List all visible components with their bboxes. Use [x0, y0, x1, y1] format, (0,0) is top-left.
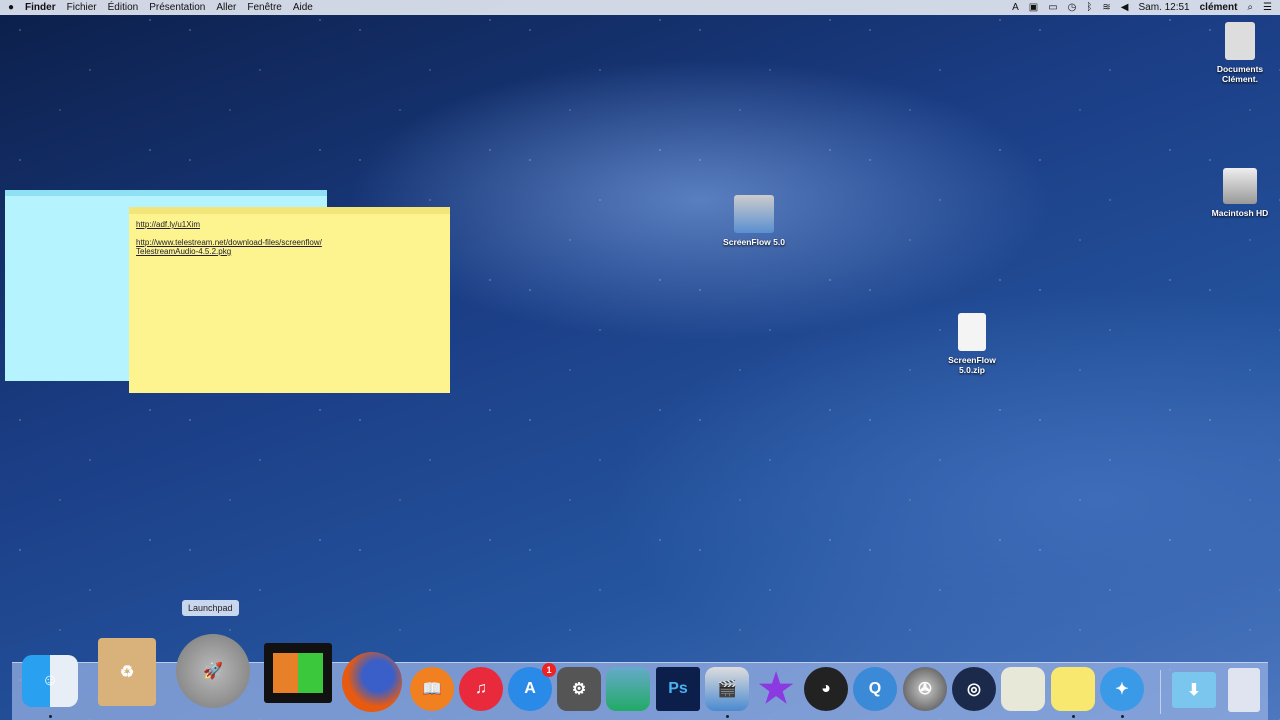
- menu-bar: ● Finder Fichier Édition Présentation Al…: [0, 0, 1280, 15]
- dock-iphoto-icon[interactable]: [606, 667, 650, 711]
- airplay-icon[interactable]: ▭: [1048, 2, 1057, 13]
- document-icon: [1225, 22, 1255, 60]
- wifi-icon[interactable]: ≋: [1102, 2, 1110, 13]
- dock-steam-icon[interactable]: ◎: [952, 667, 996, 711]
- dock-photoshop-icon[interactable]: Ps: [656, 667, 700, 711]
- dock-tooltip: Launchpad: [182, 600, 239, 616]
- running-indicator: [1072, 715, 1075, 718]
- menu-fichier[interactable]: Fichier: [67, 2, 97, 13]
- screenflow-icon: [734, 195, 774, 233]
- link-adfly[interactable]: http://adf.ly/u1Xim: [136, 220, 443, 229]
- photoshop-label: Ps: [668, 680, 688, 697]
- bluetooth-icon[interactable]: ᛒ: [1086, 2, 1092, 13]
- link-telestream-pkg[interactable]: TelestreamAudio-4.5.2.pkg: [136, 247, 443, 256]
- dock-trash-icon[interactable]: [1228, 668, 1260, 712]
- desktop-icon-screenflow-zip[interactable]: ScreenFlow 5.0.zip: [937, 313, 1007, 375]
- dock-mission-control-icon[interactable]: [264, 643, 332, 703]
- dock-itunes-icon[interactable]: ♫: [459, 667, 503, 711]
- menu-presentation[interactable]: Présentation: [149, 2, 205, 13]
- dock-imovie-icon[interactable]: ★: [754, 667, 798, 711]
- time-machine-icon[interactable]: ◷: [1068, 2, 1077, 13]
- dock-firefox-icon[interactable]: [342, 652, 402, 712]
- dock-downloads-folder-icon[interactable]: ⬇: [1172, 672, 1216, 708]
- dock-quicktime-icon[interactable]: Q: [853, 667, 897, 711]
- icon-label: Macintosh HD: [1211, 208, 1269, 218]
- desktop-icon-macintosh-hd[interactable]: Macintosh HD: [1205, 168, 1275, 218]
- dock-obs-icon[interactable]: ◕: [804, 667, 848, 711]
- link-telestream[interactable]: http://www.telestream.net/download-files…: [136, 238, 443, 247]
- apple-menu-icon[interactable]: ●: [8, 2, 14, 13]
- user-name[interactable]: clément: [1200, 2, 1238, 13]
- menu-finder[interactable]: Finder: [25, 2, 56, 13]
- dock-separator: [1160, 670, 1161, 714]
- dock-safari-icon[interactable]: ✦: [1100, 667, 1144, 711]
- desktop-icon-documents[interactable]: Documents Clément.: [1205, 22, 1275, 84]
- volume-icon[interactable]: ◀: [1121, 2, 1129, 13]
- icon-label: ScreenFlow 5.0: [723, 237, 785, 247]
- spotlight-icon[interactable]: ⌕: [1247, 2, 1253, 13]
- dock-screenflow-icon[interactable]: 🎬: [705, 667, 749, 711]
- dock-ibooks-icon[interactable]: 📖: [410, 667, 454, 711]
- dock-launchpad-icon[interactable]: 🚀: [176, 634, 250, 708]
- notification-center-icon[interactable]: ☰: [1263, 2, 1272, 13]
- dock-stickies-icon[interactable]: [1051, 667, 1095, 711]
- dock-finder-icon[interactable]: ☺: [22, 655, 78, 707]
- dock-app-store-icon[interactable]: A1: [508, 663, 556, 711]
- notification-badge: 1: [542, 663, 556, 677]
- icon-label: Documents Clément.: [1216, 64, 1264, 84]
- sticky-note-yellow[interactable]: http://adf.ly/u1Xim http://www.telestrea…: [129, 207, 450, 393]
- desktop-icon-screenflow[interactable]: ScreenFlow 5.0: [719, 195, 789, 247]
- menu-edition[interactable]: Édition: [108, 2, 139, 13]
- dock-system-preferences-icon[interactable]: ⚙: [557, 667, 601, 711]
- running-indicator: [49, 715, 52, 718]
- dock-film-reel-icon[interactable]: ✇: [903, 667, 947, 711]
- running-indicator: [726, 715, 729, 718]
- icon-label: ScreenFlow 5.0.zip: [948, 355, 996, 375]
- dock-archive-utility-icon[interactable]: ♻: [98, 638, 156, 706]
- menu-aide[interactable]: Aide: [293, 2, 313, 13]
- running-indicator: [1121, 715, 1124, 718]
- hard-drive-icon: [1223, 168, 1257, 204]
- menu-fenetre[interactable]: Fenêtre: [247, 2, 281, 13]
- zip-file-icon: [958, 313, 986, 351]
- input-source-icon[interactable]: A: [1012, 2, 1019, 13]
- menu-aller[interactable]: Aller: [216, 2, 236, 13]
- clock[interactable]: Sam. 12:51: [1138, 2, 1189, 13]
- screen-icon[interactable]: ▣: [1029, 2, 1038, 13]
- dock-maps-icon[interactable]: [1001, 667, 1045, 711]
